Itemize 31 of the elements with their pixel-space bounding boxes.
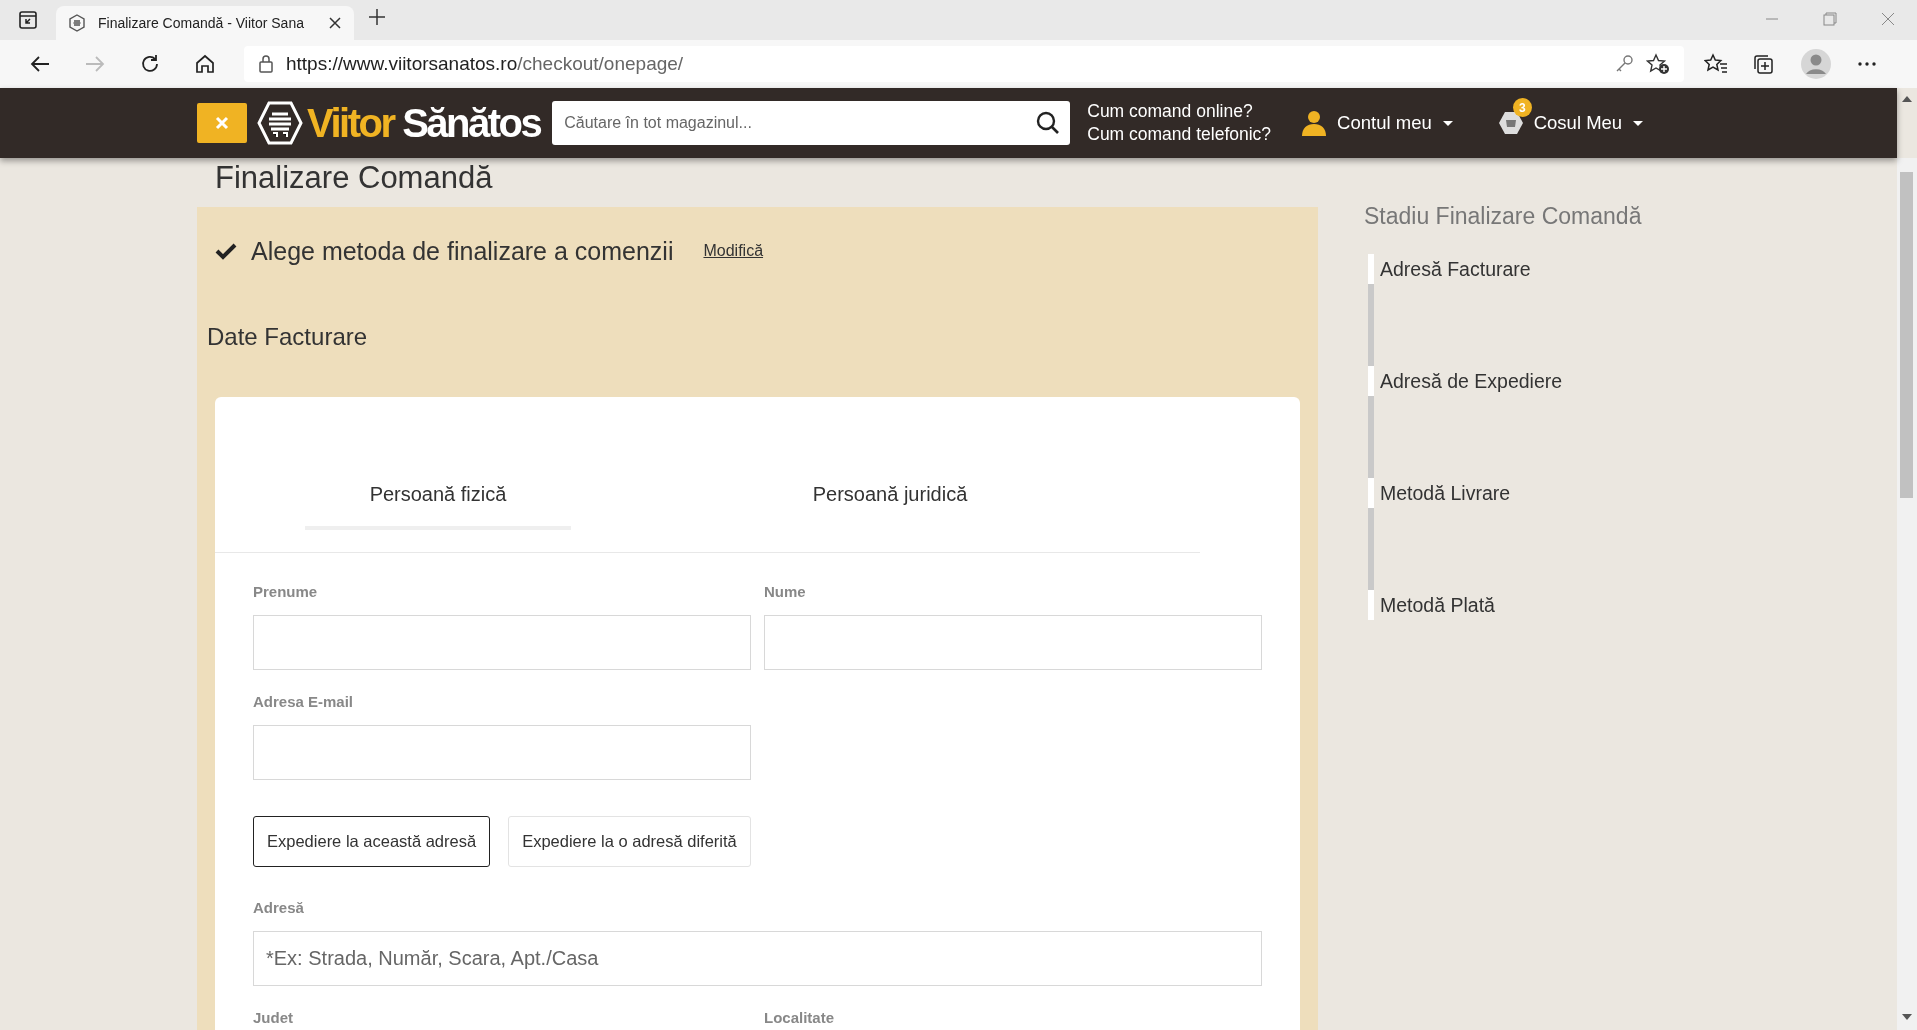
customer-type-tab[interactable]: Persoană juridică: [665, 483, 1115, 530]
browser-tab[interactable]: Finalizare Comandă - Viitor Sana: [56, 6, 354, 40]
step-title: Alege metoda de finalizare a comenzii: [251, 236, 674, 266]
field-label: Judet: [253, 1010, 294, 1028]
address-bar[interactable]: https://www.viitorsanatos.ro/checkout/onepage/: [244, 46, 1684, 82]
section-title: Date Facturare: [207, 323, 369, 351]
progress-step: Adresă Facturare: [1368, 254, 1642, 284]
progress-step: Metodă Livrare: [1368, 478, 1642, 508]
shipping-option-button[interactable]: Expediere la această adresă: [253, 816, 491, 867]
account-menu[interactable]: Contul meu: [1301, 110, 1454, 136]
progress-step: Adresă de Expediere: [1368, 366, 1642, 396]
input-field[interactable]: *Ex: Strada, Număr, Scara, Apt./Casa: [253, 931, 1262, 986]
customer-type-tab[interactable]: Persoană fizică: [305, 483, 571, 530]
site-logo[interactable]: Viitor Sănătos: [307, 99, 541, 147]
progress-step: Metodă Plată: [1368, 590, 1642, 620]
sidebar-title: Stadiu Finalizare Comandă: [1364, 203, 1642, 231]
field-label: Localitate: [764, 1010, 836, 1028]
shipping-option-button[interactable]: Expediere la o adresă diferită: [508, 816, 751, 867]
url-text: https://www.viitorsanatos.ro/checkout/onepage/: [286, 53, 685, 75]
tab-title: Finalizare Comandă - Viitor Sana: [98, 15, 305, 31]
field-label: Prenume: [253, 584, 319, 602]
cart-menu[interactable]: Cosul Meu 3: [1497, 98, 1645, 136]
help-link[interactable]: Cum comand telefonic?: [1087, 124, 1272, 145]
modify-link[interactable]: Modifică: [703, 242, 764, 260]
page-title: Finalizare Comandă: [214, 159, 494, 197]
field-label: Adresă: [253, 900, 305, 918]
field-label: Adresa E-mail: [253, 694, 355, 712]
help-link[interactable]: Cum comand online?: [1087, 101, 1272, 122]
cart-count-badge: 3: [1512, 98, 1532, 117]
search-field[interactable]: Căutare în tot magazinul...: [552, 101, 1071, 145]
field-label: Nume: [764, 584, 807, 602]
